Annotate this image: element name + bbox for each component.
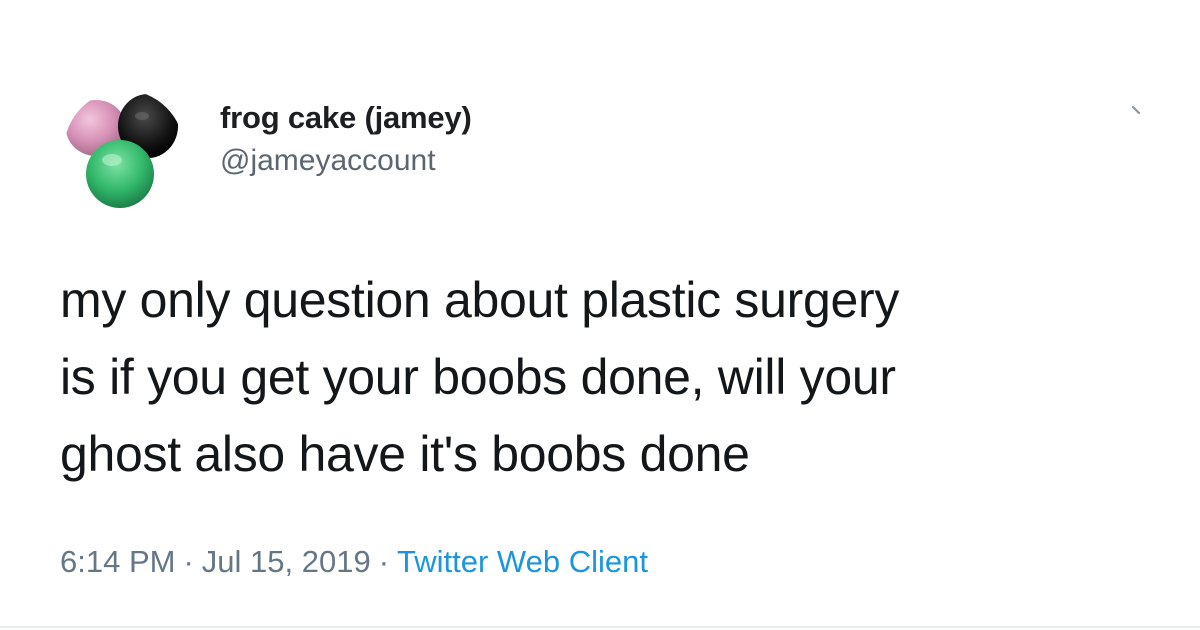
- tweet-time[interactable]: 6:14 PM: [60, 544, 175, 579]
- tweet-meta: 6:14 PM · Jul 15, 2019 · Twitter Web Client: [60, 540, 648, 584]
- tweet-text: my only question about plastic surgery i…: [60, 262, 1160, 493]
- cakes-avatar-icon: [64, 90, 184, 210]
- author-block[interactable]: frog cake (jamey) @jameyaccount: [220, 98, 472, 182]
- meta-separator: ·: [378, 544, 390, 579]
- tweet-text-line: my only question about plastic surgery: [60, 272, 900, 328]
- chevron-down-icon[interactable]: [1130, 104, 1144, 118]
- tweet-source-link[interactable]: Twitter Web Client: [397, 544, 648, 579]
- avatar[interactable]: [62, 88, 186, 212]
- tweet-card: frog cake (jamey) @jameyaccount my only …: [0, 0, 1200, 630]
- user-handle[interactable]: @jameyaccount: [220, 140, 472, 182]
- tweet-date[interactable]: Jul 15, 2019: [202, 544, 371, 579]
- divider: [0, 626, 1200, 628]
- tweet-text-line: is if you get your boobs done, will your: [60, 349, 896, 405]
- meta-separator: ·: [183, 544, 194, 579]
- tweet-text-line: ghost also have it's boobs done: [60, 426, 750, 482]
- display-name[interactable]: frog cake (jamey): [220, 98, 472, 138]
